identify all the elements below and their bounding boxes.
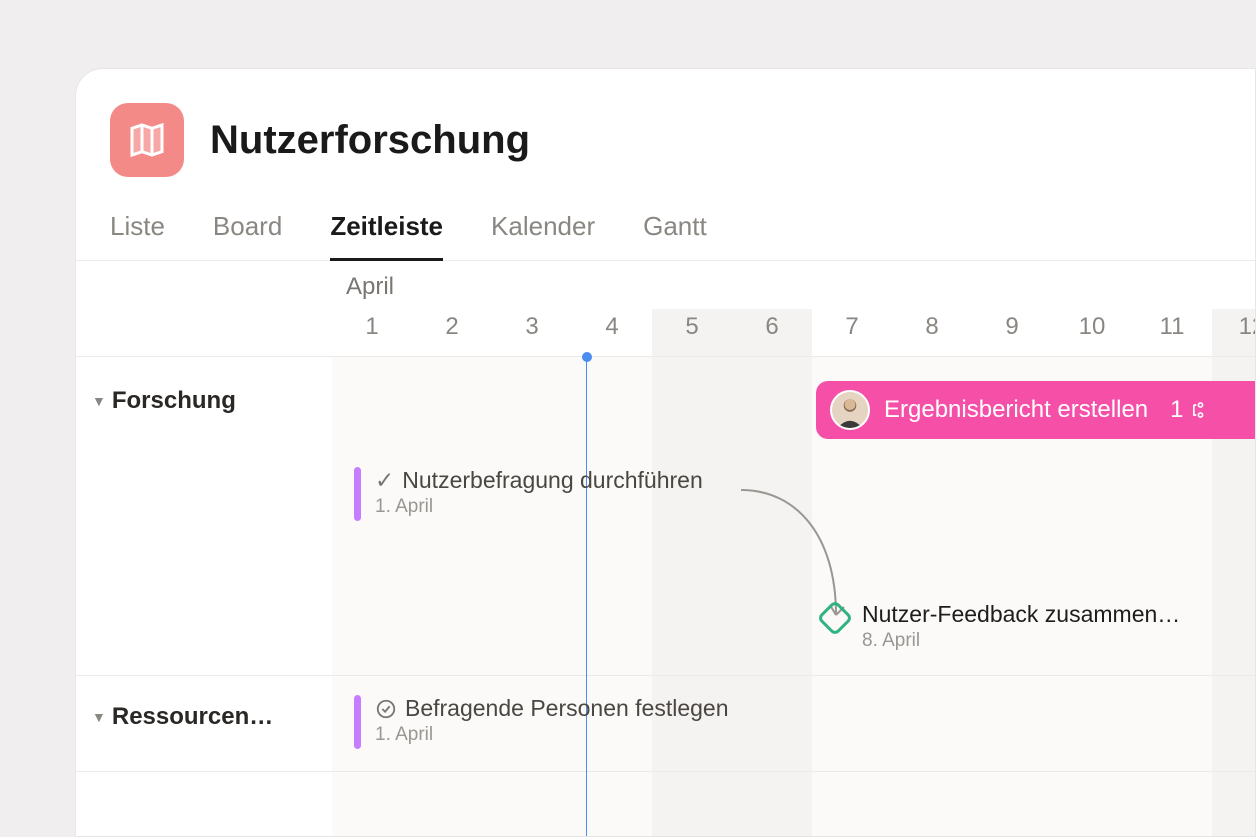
task-title: Befragende Personen festlegen (405, 695, 729, 722)
day-9[interactable]: 9 (972, 309, 1052, 341)
task-accent-bar (354, 467, 361, 521)
day-10[interactable]: 10 (1052, 309, 1132, 341)
weekend-shade (652, 309, 812, 837)
task-title: Nutzer-Feedback zusammen… (862, 601, 1180, 628)
tab-timeline[interactable]: Zeitleiste (330, 211, 443, 261)
task-title: Nutzerbefragung durchführen (402, 467, 702, 494)
month-label: April (346, 273, 394, 301)
assignee-avatar[interactable] (830, 390, 870, 430)
tab-list[interactable]: Liste (110, 211, 165, 260)
day-4[interactable]: 4 (572, 309, 652, 341)
project-icon[interactable] (110, 103, 184, 177)
map-icon (127, 120, 167, 160)
task-date: 1. April (375, 724, 729, 746)
task-survey[interactable]: ✓ Nutzerbefragung durchführen 1. April (354, 467, 703, 521)
task-interviewers[interactable]: Befragende Personen festlegen 1. April (354, 695, 729, 749)
group-toggle-ressourcen[interactable]: ▼ Ressourcen… (92, 703, 273, 731)
day-1[interactable]: 1 (332, 309, 412, 341)
task-date: 8. April (862, 630, 1180, 652)
day-3[interactable]: 3 (492, 309, 572, 341)
today-indicator (586, 357, 587, 837)
day-header-row: 1 2 3 4 5 6 7 8 9 10 11 12 (76, 309, 1255, 357)
task-accent-bar (354, 695, 361, 749)
timeline-view: April 1 2 3 4 5 6 7 8 9 10 11 12 ▼ Forsc… (76, 261, 1255, 837)
circle-check-icon (375, 698, 397, 720)
tab-calendar[interactable]: Kalender (491, 211, 595, 260)
day-11[interactable]: 11 (1132, 309, 1212, 341)
day-12[interactable]: 12 (1212, 309, 1256, 341)
tab-gantt[interactable]: Gantt (643, 211, 707, 260)
chevron-down-icon: ▼ (92, 393, 106, 409)
task-feedback[interactable]: Nutzer-Feedback zusammen… 8. April (822, 601, 1180, 652)
tab-board[interactable]: Board (213, 211, 282, 260)
view-tabs: Liste Board Zeitleiste Kalender Gantt (76, 177, 1255, 261)
task-title: Ergebnisbericht erstellen (884, 396, 1148, 424)
day-7[interactable]: 7 (812, 309, 892, 341)
chevron-down-icon: ▼ (92, 709, 106, 725)
day-5[interactable]: 5 (652, 309, 732, 341)
group-toggle-forschung[interactable]: ▼ Forschung (92, 387, 236, 415)
avatar-person-icon (832, 390, 868, 430)
subtask-icon (1188, 400, 1208, 420)
check-icon: ✓ (375, 467, 394, 494)
day-8[interactable]: 8 (892, 309, 972, 341)
project-title: Nutzerforschung (210, 118, 530, 163)
row-divider-2 (76, 771, 1255, 772)
app-window: Nutzerforschung Liste Board Zeitleiste K… (75, 68, 1256, 837)
today-dot-icon (582, 352, 592, 362)
subtask-indicator[interactable]: 1 (1170, 396, 1207, 424)
milestone-diamond-icon (817, 600, 854, 637)
task-date: 1. April (375, 496, 703, 518)
day-2[interactable]: 2 (412, 309, 492, 341)
day-6[interactable]: 6 (732, 309, 812, 341)
row-divider (76, 675, 1255, 676)
task-bar-report[interactable]: Ergebnisbericht erstellen 1 (816, 381, 1256, 439)
project-header: Nutzerforschung (76, 69, 1255, 177)
subtask-count: 1 (1170, 396, 1183, 424)
group-name: Forschung (112, 387, 236, 415)
group-name: Ressourcen… (112, 703, 273, 731)
